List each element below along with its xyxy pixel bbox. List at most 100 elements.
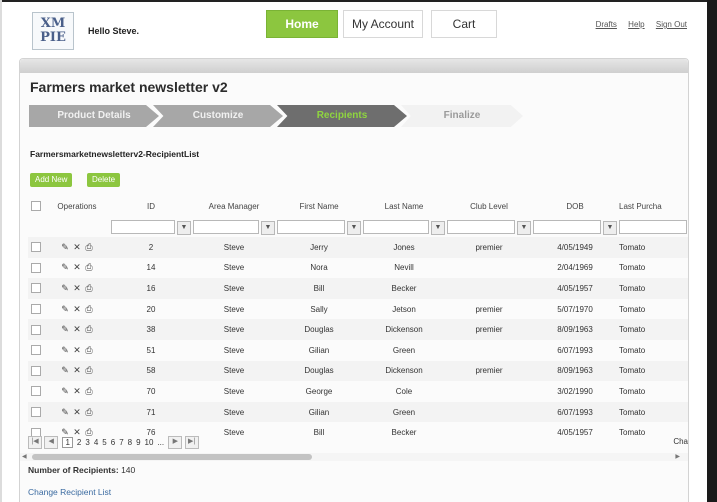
page-ellipsis[interactable]: ... — [157, 438, 164, 447]
horizontal-scrollbar[interactable]: ◀ ▶ — [20, 453, 688, 461]
table-row[interactable]: ✎ ✕ ⎙ 71 Steve Gilian Green 6/07/1993 Tomato — [28, 401, 688, 423]
filter-icon[interactable]: ▼ — [431, 221, 445, 235]
preview-icon[interactable]: ⎙ — [83, 365, 95, 376]
row-select-cell[interactable] — [28, 299, 44, 320]
row-select-cell[interactable] — [28, 237, 44, 258]
edit-pencil-icon[interactable]: ✎ — [59, 262, 71, 273]
first-page-icon[interactable]: |◀ — [28, 436, 42, 449]
delete-x-icon[interactable]: ✕ — [71, 262, 83, 273]
step-customize[interactable]: Customize — [153, 105, 283, 127]
row-checkbox[interactable] — [31, 283, 41, 294]
column-header-id[interactable]: ID — [110, 195, 192, 217]
filter-input-first-name[interactable]: ▼ — [277, 220, 361, 235]
scroll-left-icon[interactable]: ◀ — [22, 453, 27, 460]
nav-cart-tab[interactable]: Cart — [431, 10, 497, 38]
step-finalize[interactable]: Finalize — [401, 105, 523, 127]
step-recipients[interactable]: Recipients — [277, 105, 407, 127]
page-number[interactable]: 3 — [85, 438, 89, 447]
step-product-details[interactable]: Product Details — [29, 105, 159, 127]
delete-button[interactable]: Delete — [87, 173, 121, 187]
row-select-cell[interactable] — [28, 319, 44, 340]
row-checkbox[interactable] — [31, 304, 41, 315]
page-number[interactable]: 8 — [128, 438, 132, 447]
edit-pencil-icon[interactable]: ✎ — [59, 242, 71, 253]
row-select-cell[interactable] — [28, 340, 44, 361]
row-checkbox[interactable] — [31, 365, 41, 376]
delete-x-icon[interactable]: ✕ — [71, 283, 83, 294]
delete-x-icon[interactable]: ✕ — [71, 304, 83, 315]
delete-x-icon[interactable]: ✕ — [71, 345, 83, 356]
next-page-icon[interactable]: ▶ — [168, 436, 183, 449]
column-header-last-purchase[interactable]: Last Purcha — [618, 195, 688, 217]
row-select-cell[interactable] — [28, 360, 44, 382]
preview-icon[interactable]: ⎙ — [83, 283, 95, 294]
filter-input-dob[interactable]: ▼ — [533, 220, 617, 235]
select-all-header[interactable] — [28, 195, 44, 217]
nav-home-tab[interactable]: Home — [266, 10, 338, 38]
preview-icon[interactable]: ⎙ — [83, 386, 95, 397]
edit-pencil-icon[interactable]: ✎ — [59, 324, 71, 335]
filter-input-last-name[interactable]: ▼ — [363, 220, 445, 235]
table-row[interactable]: ✎ ✕ ⎙ 51 Steve Gilian Green 6/07/1993 Tomato — [28, 340, 688, 361]
filter-input-club-level[interactable]: ▼ — [447, 220, 531, 235]
delete-x-icon[interactable]: ✕ — [71, 324, 83, 335]
edit-pencil-icon[interactable]: ✎ — [59, 365, 71, 376]
row-checkbox[interactable] — [31, 386, 41, 397]
nav-my-account-tab[interactable]: My Account — [343, 10, 423, 38]
xmpie-logo[interactable]: XM PIE — [32, 12, 74, 50]
filter-icon[interactable]: ▼ — [603, 221, 617, 235]
row-select-cell[interactable] — [28, 381, 44, 402]
drafts-link[interactable]: Drafts — [596, 20, 617, 29]
column-header-first-name[interactable]: First Name — [276, 195, 362, 217]
table-row[interactable]: ✎ ✕ ⎙ 70 Steve George Cole 3/02/1990 Tomato — [28, 381, 688, 402]
page-number[interactable]: 10 — [145, 438, 154, 447]
delete-x-icon[interactable]: ✕ — [71, 242, 83, 253]
column-header-club-level[interactable]: Club Level — [446, 195, 532, 217]
table-row[interactable]: ✎ ✕ ⎙ 38 Steve Douglas Dickenson premier 8/09/19… — [28, 319, 688, 340]
table-row[interactable]: ✎ ✕ ⎙ 2 Steve Jerry Jones premier 4/05/1949 Tomat… — [28, 237, 688, 258]
table-row[interactable]: ✎ ✕ ⎙ 16 Steve Bill Becker 4/05/1957 Tomato — [28, 278, 688, 299]
last-page-icon[interactable]: ▶| — [184, 436, 199, 449]
delete-x-icon[interactable]: ✕ — [71, 407, 83, 418]
filter-input-area-manager[interactable]: ▼ — [193, 220, 275, 235]
scrollbar-thumb[interactable] — [32, 454, 312, 460]
page-number[interactable]: 1 — [62, 437, 73, 448]
preview-icon[interactable]: ⎙ — [83, 304, 95, 315]
filter-icon[interactable]: ▼ — [177, 221, 191, 235]
sign-out-link[interactable]: Sign Out — [656, 20, 687, 29]
edit-pencil-icon[interactable]: ✎ — [59, 386, 71, 397]
edit-pencil-icon[interactable]: ✎ — [59, 304, 71, 315]
edit-pencil-icon[interactable]: ✎ — [59, 345, 71, 356]
scroll-right-icon[interactable]: ▶ — [675, 453, 680, 460]
filter-icon[interactable]: ▼ — [347, 221, 361, 235]
filter-icon[interactable]: ▼ — [261, 221, 275, 235]
change-recipient-list-link[interactable]: Change Recipient List — [28, 487, 111, 497]
preview-icon[interactable]: ⎙ — [83, 324, 95, 335]
table-row[interactable]: ✎ ✕ ⎙ 14 Steve Nora Nevill 2/04/1969 Tomato — [28, 258, 688, 279]
prev-page-icon[interactable]: ◀ — [44, 436, 59, 449]
select-all-checkbox[interactable] — [31, 201, 41, 211]
row-checkbox[interactable] — [31, 262, 41, 273]
help-link[interactable]: Help — [628, 20, 644, 29]
column-header-area-manager[interactable]: Area Manager — [192, 195, 276, 217]
column-header-dob[interactable]: DOB — [532, 195, 618, 217]
preview-icon[interactable]: ⎙ — [83, 262, 95, 273]
filter-input-last-purchase[interactable] — [619, 220, 687, 234]
page-number[interactable]: 7 — [119, 438, 123, 447]
preview-icon[interactable]: ⎙ — [83, 242, 95, 253]
delete-x-icon[interactable]: ✕ — [71, 365, 83, 376]
row-select-cell[interactable] — [28, 258, 44, 279]
edit-pencil-icon[interactable]: ✎ — [59, 407, 71, 418]
preview-icon[interactable]: ⎙ — [83, 407, 95, 418]
page-number[interactable]: 5 — [102, 438, 106, 447]
page-number[interactable]: 2 — [77, 438, 81, 447]
preview-icon[interactable]: ⎙ — [83, 345, 95, 356]
page-number[interactable]: 4 — [94, 438, 98, 447]
row-checkbox[interactable] — [31, 407, 41, 418]
row-select-cell[interactable] — [28, 278, 44, 299]
edit-pencil-icon[interactable]: ✎ — [59, 283, 71, 294]
delete-x-icon[interactable]: ✕ — [71, 386, 83, 397]
row-checkbox[interactable] — [31, 242, 41, 253]
row-checkbox[interactable] — [31, 324, 41, 335]
filter-input-id[interactable]: ▼ — [111, 220, 191, 235]
